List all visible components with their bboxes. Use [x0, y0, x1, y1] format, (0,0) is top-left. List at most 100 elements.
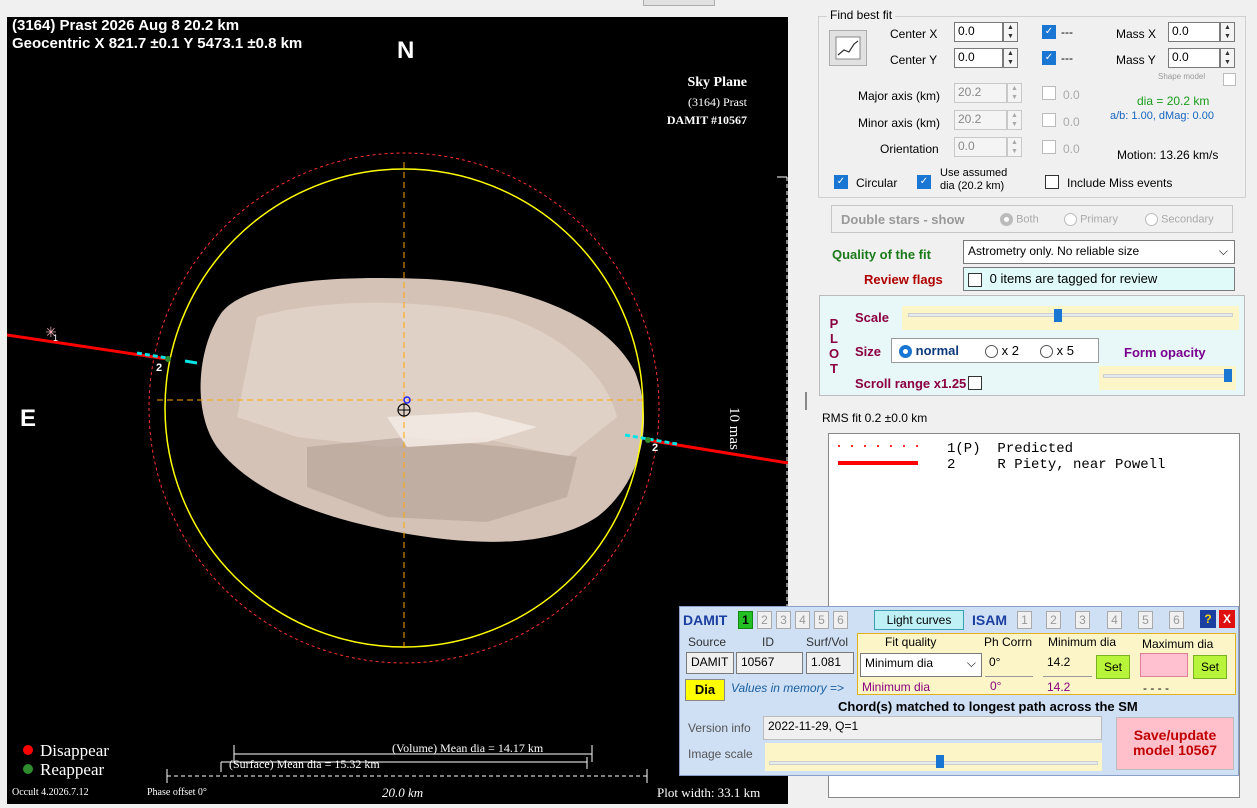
orientation-spinner[interactable]: ▲ ▼: [1007, 137, 1022, 157]
mass-x-input[interactable]: 0.0: [1168, 22, 1220, 42]
minor-axis-checkbox[interactable]: [1042, 113, 1056, 127]
center-x-spinner[interactable]: ▲ ▼: [1003, 22, 1018, 42]
use-assumed-label: Use assumed dia (20.2 km): [940, 167, 1007, 193]
use-assumed-checkbox[interactable]: ✓: [917, 175, 931, 189]
orientation-input[interactable]: 0.0: [954, 137, 1007, 157]
save-line2: model 10567: [1132, 742, 1218, 758]
sky-plane-title: Sky Plane: [687, 75, 747, 90]
isam-tab-6[interactable]: 6: [1169, 611, 1184, 629]
disappear-legend: Disappear: [40, 741, 109, 760]
surf-vol-field: 1.081: [806, 652, 854, 674]
center-x-checkbox[interactable]: ✓: [1042, 25, 1056, 39]
major-axis-spinner[interactable]: ▲ ▼: [1007, 83, 1022, 103]
size-normal-radio[interactable]: normal: [899, 343, 959, 359]
mass-y-spinner[interactable]: ▲ ▼: [1220, 48, 1235, 68]
center-y-spinner[interactable]: ▲ ▼: [1003, 48, 1018, 68]
minor-axis-spinner[interactable]: ▲ ▼: [1007, 110, 1022, 130]
chord-label: 1: [53, 333, 59, 343]
ph-corr-field[interactable]: 0°: [985, 653, 1033, 677]
major-axis-checkbox[interactable]: [1042, 86, 1056, 100]
version-label: Occult 4.2026.7.12: [12, 787, 89, 798]
light-curves-button[interactable]: Light curves: [874, 610, 964, 630]
major-axis-input[interactable]: 20.2: [954, 83, 1007, 103]
include-miss-checkbox[interactable]: [1045, 175, 1059, 189]
phase-offset-label: Phase offset 0°: [147, 787, 207, 798]
fit-quality-value: Minimum dia: [865, 656, 934, 670]
radio-secondary[interactable]: Secondary: [1145, 213, 1214, 226]
chevron-down-icon: ⌵: [1218, 244, 1228, 258]
set-max-button[interactable]: Set: [1193, 655, 1227, 679]
center-y-input[interactable]: 0.0: [954, 48, 1003, 68]
damit-tab-4[interactable]: 4: [795, 611, 810, 629]
disappear-legend-icon: [23, 745, 33, 755]
set-min-button[interactable]: Set: [1096, 655, 1130, 679]
reappear-legend: Reappear: [40, 760, 105, 779]
review-flags-box[interactable]: 0 items are tagged for review: [963, 267, 1235, 291]
mass-y-input[interactable]: 0.0: [1168, 48, 1220, 68]
scale-slider[interactable]: [902, 306, 1239, 330]
isam-tab-3[interactable]: 3: [1075, 611, 1090, 629]
damit-title: DAMIT: [683, 612, 728, 628]
review-flags-text: 0 items are tagged for review: [989, 271, 1158, 286]
damit-tab-6[interactable]: 6: [833, 611, 848, 629]
damit-tab-3[interactable]: 3: [776, 611, 791, 629]
image-scale-track: [769, 761, 1098, 765]
scroll-range-label: Scroll range x1.25: [855, 376, 967, 391]
save-update-button[interactable]: Save/update model 10567: [1116, 717, 1234, 770]
quality-dropdown[interactable]: Astrometry only. No reliable size ⌵: [963, 240, 1235, 264]
plot-canvas[interactable]: ✳ (3164) Prast 2026 Aug 8 20.2 km Geocen…: [7, 17, 788, 804]
version-info-label: Version info: [688, 721, 751, 735]
chord-label: 2: [652, 442, 659, 454]
plot-svg: ✳: [7, 152, 788, 783]
minor-axis-label: Minor axis (km): [858, 116, 941, 130]
find-best-fit-title: Find best fit: [827, 8, 896, 22]
fit-quality-dropdown[interactable]: Minimum dia ⌵: [860, 653, 982, 677]
minor-axis-input[interactable]: 20.2: [954, 110, 1007, 130]
radio-both[interactable]: Both: [1000, 213, 1039, 226]
image-scale-slider[interactable]: [765, 743, 1102, 771]
center-x-dash: ---: [1061, 25, 1073, 39]
center-y-checkbox[interactable]: ✓: [1042, 51, 1056, 65]
help-icon[interactable]: ?: [1200, 610, 1216, 628]
plot-vertical-label: PLOT: [828, 316, 840, 376]
double-stars-label: Double stars - show: [841, 212, 965, 227]
opacity-thumb[interactable]: [1224, 369, 1232, 382]
save-line1: Save/update: [1133, 727, 1217, 743]
splitter-handle[interactable]: [805, 392, 807, 410]
image-scale-label: Image scale: [688, 747, 753, 761]
geocentric-coords: Geocentric X 821.7 ±0.1 Y 5473.1 ±0.8 km: [12, 35, 303, 52]
form-opacity-slider[interactable]: [1099, 366, 1236, 390]
close-icon[interactable]: X: [1219, 610, 1235, 628]
radio-primary[interactable]: Primary: [1064, 213, 1118, 226]
legend-row: 2 R Piety, near Powell: [947, 457, 1166, 473]
isam-tab-2[interactable]: 2: [1046, 611, 1061, 629]
ab-readout: a/b: 1.00, dMag: 0.00: [1110, 110, 1214, 122]
size-x5-radio[interactable]: x 5: [1040, 343, 1074, 359]
scale-thumb[interactable]: [1053, 309, 1062, 322]
isam-tab-1[interactable]: 1: [1017, 611, 1032, 629]
scroll-range-checkbox[interactable]: [968, 376, 982, 390]
top-tab-button[interactable]: [643, 0, 715, 6]
scale-label: Scale: [855, 310, 889, 325]
circular-checkbox[interactable]: ✓: [834, 175, 848, 189]
fit-button[interactable]: [829, 30, 867, 66]
damit-tab-5[interactable]: 5: [814, 611, 829, 629]
orientation-checkbox[interactable]: [1042, 140, 1056, 154]
review-flags-checkbox[interactable]: [968, 272, 982, 287]
shape-model-checkbox[interactable]: [1223, 73, 1236, 86]
reappear-legend-icon: [23, 764, 33, 774]
image-scale-thumb[interactable]: [935, 755, 944, 768]
plot-title: (3164) Prast 2026 Aug 8 20.2 km: [12, 17, 240, 34]
damit-tab-1[interactable]: 1: [738, 611, 753, 629]
center-x-input[interactable]: 0.0: [954, 22, 1003, 42]
min-dia-field[interactable]: 14.2: [1043, 653, 1092, 677]
plot-width-label: Plot width: 33.1 km: [657, 785, 761, 800]
size-x2-radio[interactable]: x 2: [985, 343, 1019, 359]
rms-label: RMS fit 0.2 ±0.0 km: [822, 411, 928, 425]
max-dia-field[interactable]: [1140, 653, 1188, 677]
damit-tab-2[interactable]: 2: [757, 611, 772, 629]
mass-x-spinner[interactable]: ▲ ▼: [1220, 22, 1235, 42]
dia-button[interactable]: Dia: [685, 679, 725, 701]
isam-tab-5[interactable]: 5: [1138, 611, 1153, 629]
isam-tab-4[interactable]: 4: [1107, 611, 1122, 629]
